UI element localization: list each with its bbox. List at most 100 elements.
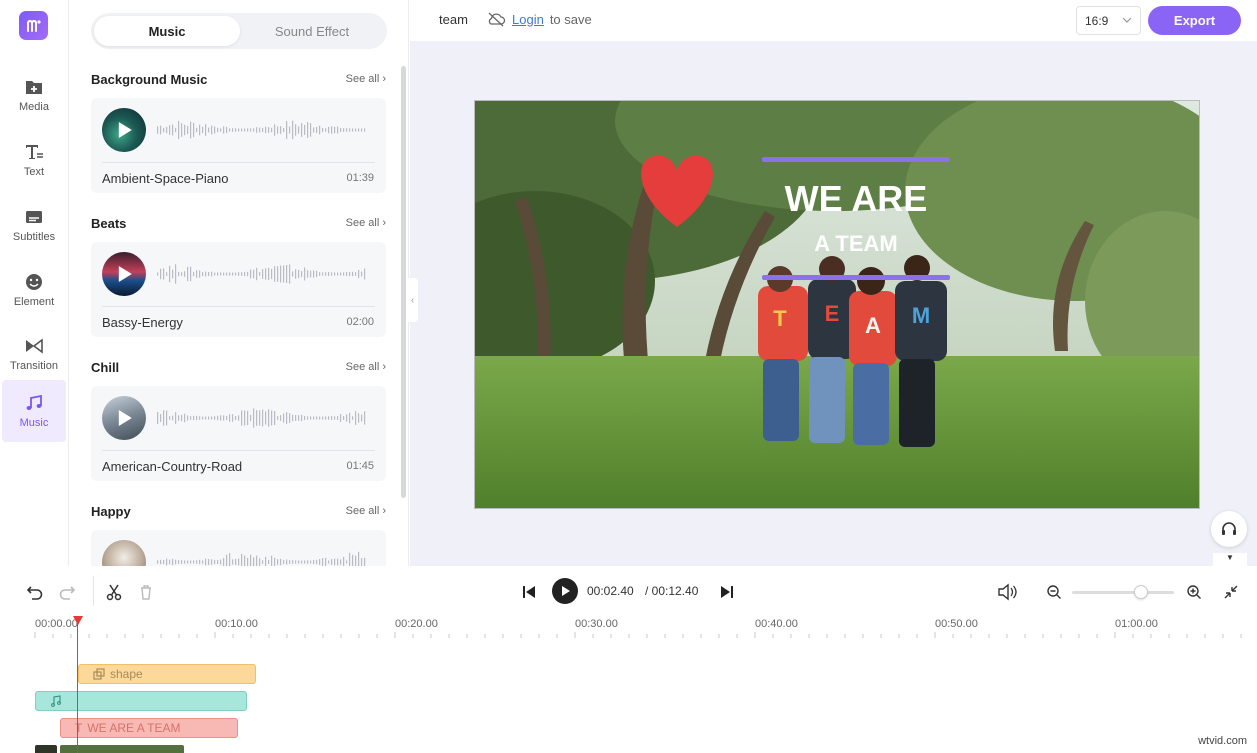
waveform-bar (253, 269, 255, 279)
playhead[interactable] (77, 618, 78, 753)
caret-down-icon[interactable]: ▼ (1213, 553, 1247, 567)
rail-item-element[interactable]: Element (2, 259, 66, 321)
rail-item-text[interactable]: Text (2, 129, 66, 191)
support-button[interactable] (1211, 511, 1247, 547)
zoom-in-icon (1187, 585, 1201, 599)
track-cover-thumbnail[interactable] (102, 396, 146, 440)
rail-item-music[interactable]: Music (2, 380, 66, 442)
text-icon (26, 145, 43, 159)
waveform-bar (274, 557, 276, 566)
waveform-bar (358, 269, 360, 279)
chevron-right-icon: › (382, 505, 386, 517)
waveform-bar (199, 124, 201, 136)
text-clip[interactable]: T WE ARE A TEAM (60, 718, 238, 738)
waveform-bar (301, 271, 303, 277)
tab-music[interactable]: Music (94, 16, 240, 46)
playhead-handle[interactable] (73, 616, 83, 625)
waveform-bar (172, 415, 174, 421)
waveform-bar (190, 560, 192, 564)
waveform-bar (265, 556, 267, 566)
transition-icon (26, 338, 43, 354)
see-all-link[interactable]: See all › (346, 361, 386, 373)
waveform-bar (223, 415, 225, 421)
export-button[interactable]: Export (1148, 6, 1241, 35)
zoom-slider-handle[interactable] (1134, 585, 1149, 599)
time-ruler[interactable]: 00:00.00 00:10.00 00:20.00 00:30.00 00:4… (0, 618, 1257, 642)
waveform-bar (334, 416, 336, 420)
waveform-bar (292, 120, 294, 140)
music-clip[interactable] (35, 691, 247, 711)
zoom-slider[interactable] (1072, 585, 1174, 599)
video-thumbnail (60, 745, 184, 753)
shape-clip[interactable]: shape (78, 664, 256, 684)
track-card[interactable]: Ambient-Space-Piano 01:39 (91, 98, 386, 193)
waveform-bar (352, 554, 354, 566)
waveform-bar (193, 122, 195, 138)
see-all-link[interactable]: See all › (346, 505, 386, 517)
play-button[interactable] (552, 578, 578, 604)
see-all-link[interactable]: See all › (346, 73, 386, 85)
waveform-bar (196, 127, 198, 133)
redo-button[interactable] (56, 581, 78, 603)
waveform-bar (319, 272, 321, 276)
waveform-bar (187, 125, 189, 135)
volume-button[interactable] (995, 581, 1019, 603)
waveform-bar (301, 123, 303, 137)
headline-line-2[interactable]: A TEAM (814, 231, 898, 256)
waveform-bar (169, 416, 171, 420)
split-button[interactable] (103, 581, 125, 603)
panel-scrollbar[interactable] (401, 66, 406, 498)
see-all-link[interactable]: See all › (346, 217, 386, 229)
fit-timeline-button[interactable] (1220, 581, 1242, 603)
waveform-bar (247, 410, 249, 426)
track-cover-thumbnail[interactable] (102, 540, 146, 566)
aspect-ratio-select[interactable]: 16:9 (1076, 6, 1141, 35)
track-cover-thumbnail[interactable] (102, 108, 146, 152)
waveform-bar (232, 414, 234, 422)
skip-forward-button[interactable] (716, 581, 738, 603)
waveform-bar (301, 560, 303, 564)
waveform-bar (178, 120, 180, 140)
delete-button[interactable] (135, 581, 157, 603)
project-name[interactable]: team (439, 12, 468, 27)
timeline[interactable]: 00:00.00 00:10.00 00:20.00 00:30.00 00:4… (0, 616, 1257, 753)
tab-sound-effect[interactable]: Sound Effect (239, 16, 385, 46)
waveform-bar (199, 559, 201, 565)
collapse-panel-handle[interactable]: ‹ (407, 278, 418, 322)
track-cover-thumbnail[interactable] (102, 252, 146, 296)
waveform-bar (271, 268, 273, 280)
waveform-bar (358, 128, 360, 132)
skip-back-button[interactable] (518, 581, 540, 603)
zoom-out-icon (1047, 585, 1061, 599)
waveform-bar (229, 553, 231, 566)
waveform-bar (193, 271, 195, 277)
ruler-label: 00:10.00 (215, 618, 258, 630)
playback-controls: 00:02.40 / 00:12.40 (0, 566, 1257, 618)
waveform-bar (310, 123, 312, 137)
zoom-out-button[interactable] (1044, 581, 1064, 603)
waveform-bar (238, 272, 240, 276)
waveform-bar (235, 128, 237, 132)
video-track-thumbnails[interactable] (35, 745, 184, 753)
track-card[interactable]: American-Country-Road 01:45 (91, 386, 386, 481)
track-card[interactable]: Bassy-Energy 02:00 (91, 242, 386, 337)
waveform-bar (271, 127, 273, 133)
app-logo[interactable] (19, 11, 48, 40)
rail-item-media[interactable]: Media (2, 64, 66, 126)
waveform-bar (277, 126, 279, 134)
waveform-bar (172, 269, 174, 279)
rail-item-label: Media (19, 101, 49, 113)
shirt-letter: A (865, 313, 881, 338)
rail-item-transition[interactable]: Transition (2, 323, 66, 385)
undo-button[interactable] (24, 581, 46, 603)
waveform-bar (307, 560, 309, 564)
waveform-bar (331, 559, 333, 565)
ruler-ticks (34, 632, 1242, 638)
zoom-in-button[interactable] (1184, 581, 1204, 603)
track-card[interactable] (91, 530, 386, 566)
waveform-bar (235, 558, 237, 566)
rail-item-subtitles[interactable]: Subtitles (2, 194, 66, 256)
login-link[interactable]: Login (512, 12, 544, 27)
headline-line-1[interactable]: WE ARE (785, 178, 928, 219)
video-preview-canvas[interactable]: T E A M WE ARE A TEAM (474, 100, 1200, 509)
